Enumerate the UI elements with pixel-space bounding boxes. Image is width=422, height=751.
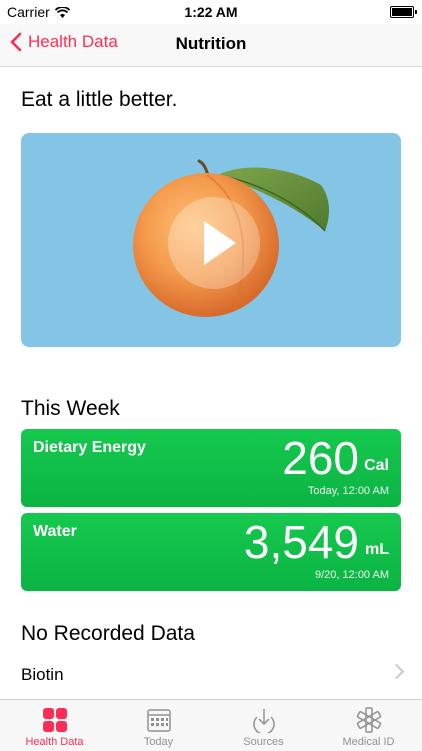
card-timestamp: 9/20, 12:00 AM xyxy=(315,569,389,581)
card-unit: Cal xyxy=(364,457,389,474)
status-time: 1:22 AM xyxy=(184,4,238,20)
chevron-right-icon xyxy=(388,663,405,680)
tab-label: Sources xyxy=(243,736,284,748)
card-value: 260 xyxy=(282,432,359,484)
navigation-bar: Health Data Nutrition xyxy=(0,24,422,67)
page-title: Nutrition xyxy=(175,34,247,53)
tab-label: Today xyxy=(143,736,174,748)
battery-icon xyxy=(390,6,417,18)
sources-download-icon xyxy=(253,709,275,733)
no-recorded-data-heading: No Recorded Data xyxy=(21,622,195,645)
card-unit: mL xyxy=(365,541,389,558)
card-value: 3,549 xyxy=(243,516,359,568)
card-timestamp: Today, 12:00 AM xyxy=(307,485,389,497)
tab-sources[interactable]: Sources xyxy=(211,700,316,751)
medical-id-icon xyxy=(356,707,382,733)
tab-label: Health Data xyxy=(25,736,84,748)
play-button[interactable] xyxy=(168,197,260,289)
tab-label: Medical ID xyxy=(342,736,395,748)
tab-medical-id[interactable]: Medical ID xyxy=(316,700,421,751)
tab-health-data[interactable]: Health Data xyxy=(2,700,107,751)
status-bar: Carrier 1:22 AM xyxy=(0,0,422,24)
headline: Eat a little better. xyxy=(21,88,178,111)
tab-bar: Health Data Today Sources Medical ID xyxy=(0,699,422,751)
health-data-icon xyxy=(43,708,67,732)
card-label: Dietary Energy xyxy=(33,439,146,456)
tab-today[interactable]: Today xyxy=(106,700,211,751)
calendar-icon xyxy=(147,709,171,732)
this-week-heading: This Week xyxy=(21,397,120,420)
dietary-energy-card[interactable]: Dietary Energy 260 Cal Today, 12:00 AM xyxy=(21,429,401,507)
list-item-label: Biotin xyxy=(21,665,64,684)
water-card[interactable]: Water 3,549 mL 9/20, 12:00 AM xyxy=(21,513,401,591)
list-item-biotin[interactable]: Biotin xyxy=(0,656,422,696)
card-label: Water xyxy=(33,523,77,540)
